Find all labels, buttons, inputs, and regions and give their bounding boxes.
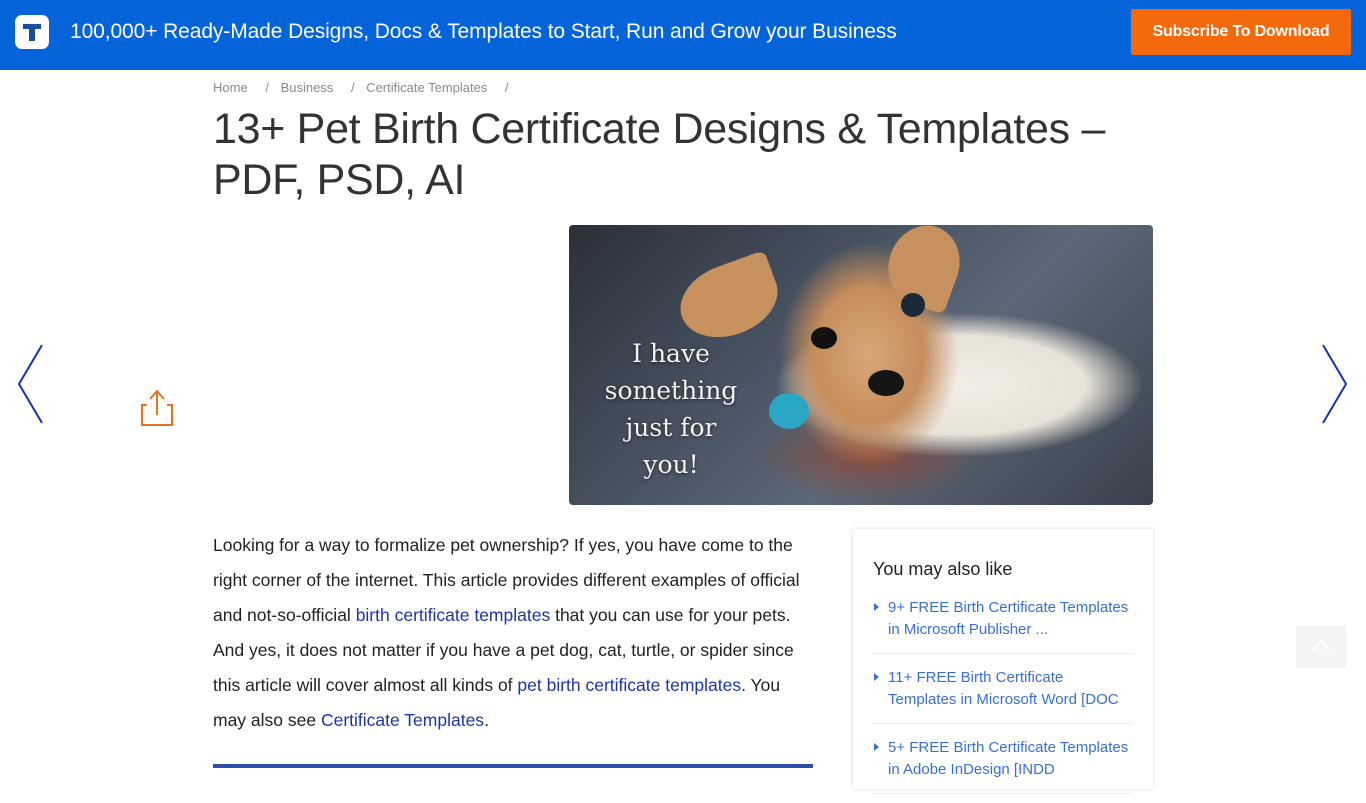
banner-tagline: 100,000+ Ready-Made Designs, Docs & Temp… [70,20,897,43]
puppy-eye [811,327,837,349]
next-article-button[interactable] [1320,343,1350,425]
pet-birth-certificate-templates-link[interactable]: pet birth certificate templates [517,675,741,695]
share-icon [141,389,173,426]
birth-certificate-templates-link[interactable]: birth certificate templates [356,605,551,625]
caret-right-icon [874,743,879,751]
related-article-item[interactable]: 9+ FREE Birth Certificate Templates in M… [873,593,1133,654]
related-article-item[interactable]: 11+ FREE Birth Certificate Templates in … [873,663,1133,724]
certificate-templates-link[interactable]: Certificate Templates [321,710,484,730]
breadcrumb-separator: / [504,80,509,95]
puppy-eye [901,293,925,317]
chevron-right-icon [1322,344,1348,424]
hero-caption: I have something just for you! [581,335,761,483]
previous-article-button[interactable] [15,343,45,425]
slipper-pompom [769,393,809,429]
breadcrumb-business[interactable]: Business [281,80,334,95]
scroll-to-top-button[interactable] [1296,625,1346,668]
related-articles-list: 9+ FREE Birth Certificate Templates in M… [873,593,1133,803]
related-articles-card: You may also like 9+ FREE Birth Certific… [853,529,1153,794]
related-articles-title: You may also like [873,559,1013,579]
hero-caption-line: I have [632,339,710,368]
intro-text: . [484,710,489,730]
logo-t-stem [29,24,35,41]
share-button[interactable] [139,388,175,428]
hero-caption-line: you! [643,450,699,479]
breadcrumb-home[interactable]: Home [213,80,248,95]
breadcrumb-separator: / [350,80,355,95]
breadcrumb-separator: / [265,80,269,95]
related-article-item[interactable]: 5+ FREE Birth Certificate Templates in A… [873,733,1133,794]
related-article-link[interactable]: 9+ FREE Birth Certificate Templates in M… [888,599,1128,638]
hero-caption-line: something [604,376,738,405]
breadcrumb: Home / Business / Certificate Templates … [213,80,517,95]
related-article-link[interactable]: 11+ FREE Birth Certificate Templates in … [888,669,1119,708]
top-banner: 100,000+ Ready-Made Designs, Docs & Temp… [0,0,1366,70]
chevron-left-icon [17,344,43,424]
hero-caption-line: just for [625,413,717,442]
breadcrumb-certificate-templates[interactable]: Certificate Templates [366,80,487,95]
caret-right-icon [874,603,879,611]
chevron-up-icon [1312,639,1330,651]
puppy-nose [868,370,904,396]
page-title: 13+ Pet Birth Certificate Designs & Temp… [213,105,1106,204]
caret-right-icon [874,673,879,681]
intro-paragraph: Looking for a way to formalize pet owner… [213,528,813,738]
subscribe-to-download-button[interactable]: Subscribe To Download [1131,9,1351,55]
section-divider-bar [213,764,813,768]
hero-image: I have something just for you! [569,225,1153,505]
related-article-link[interactable]: 5+ FREE Birth Certificate Templates in A… [888,739,1128,778]
template-t-logo-icon[interactable] [15,15,49,49]
